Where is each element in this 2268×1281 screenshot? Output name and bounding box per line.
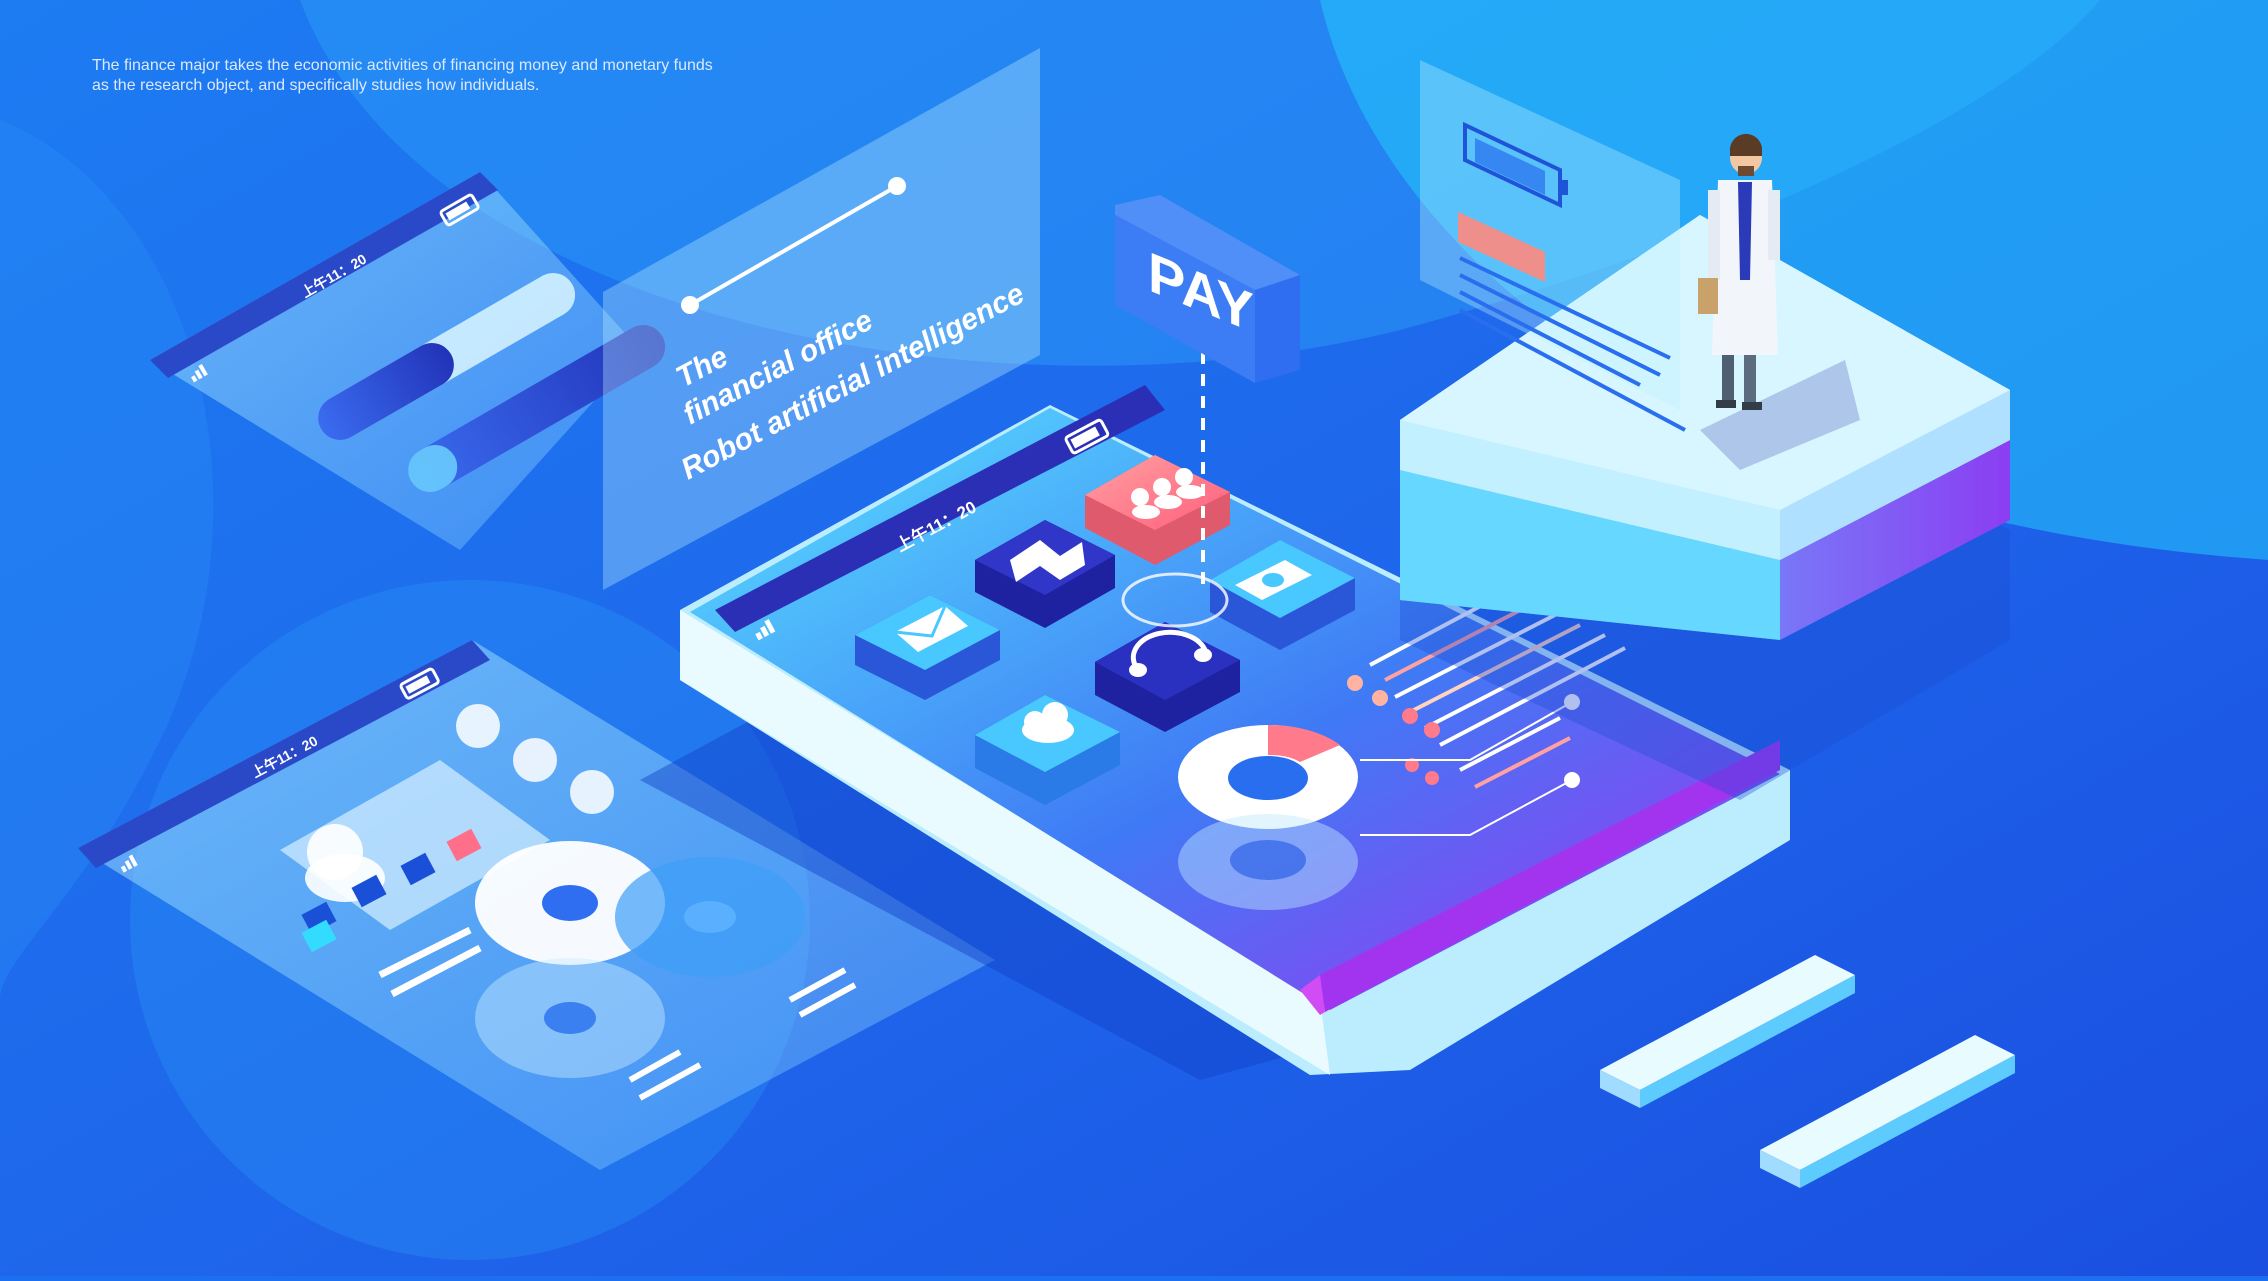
illustration-scene: 上午11：20 The financial office Robot artif… — [0, 0, 2268, 1276]
caption-line2: as the research object, and specifically… — [92, 77, 540, 94]
intro-caption: The finance major takes the economic act… — [92, 56, 812, 96]
caption-line1: The finance major takes the economic act… — [92, 57, 713, 74]
